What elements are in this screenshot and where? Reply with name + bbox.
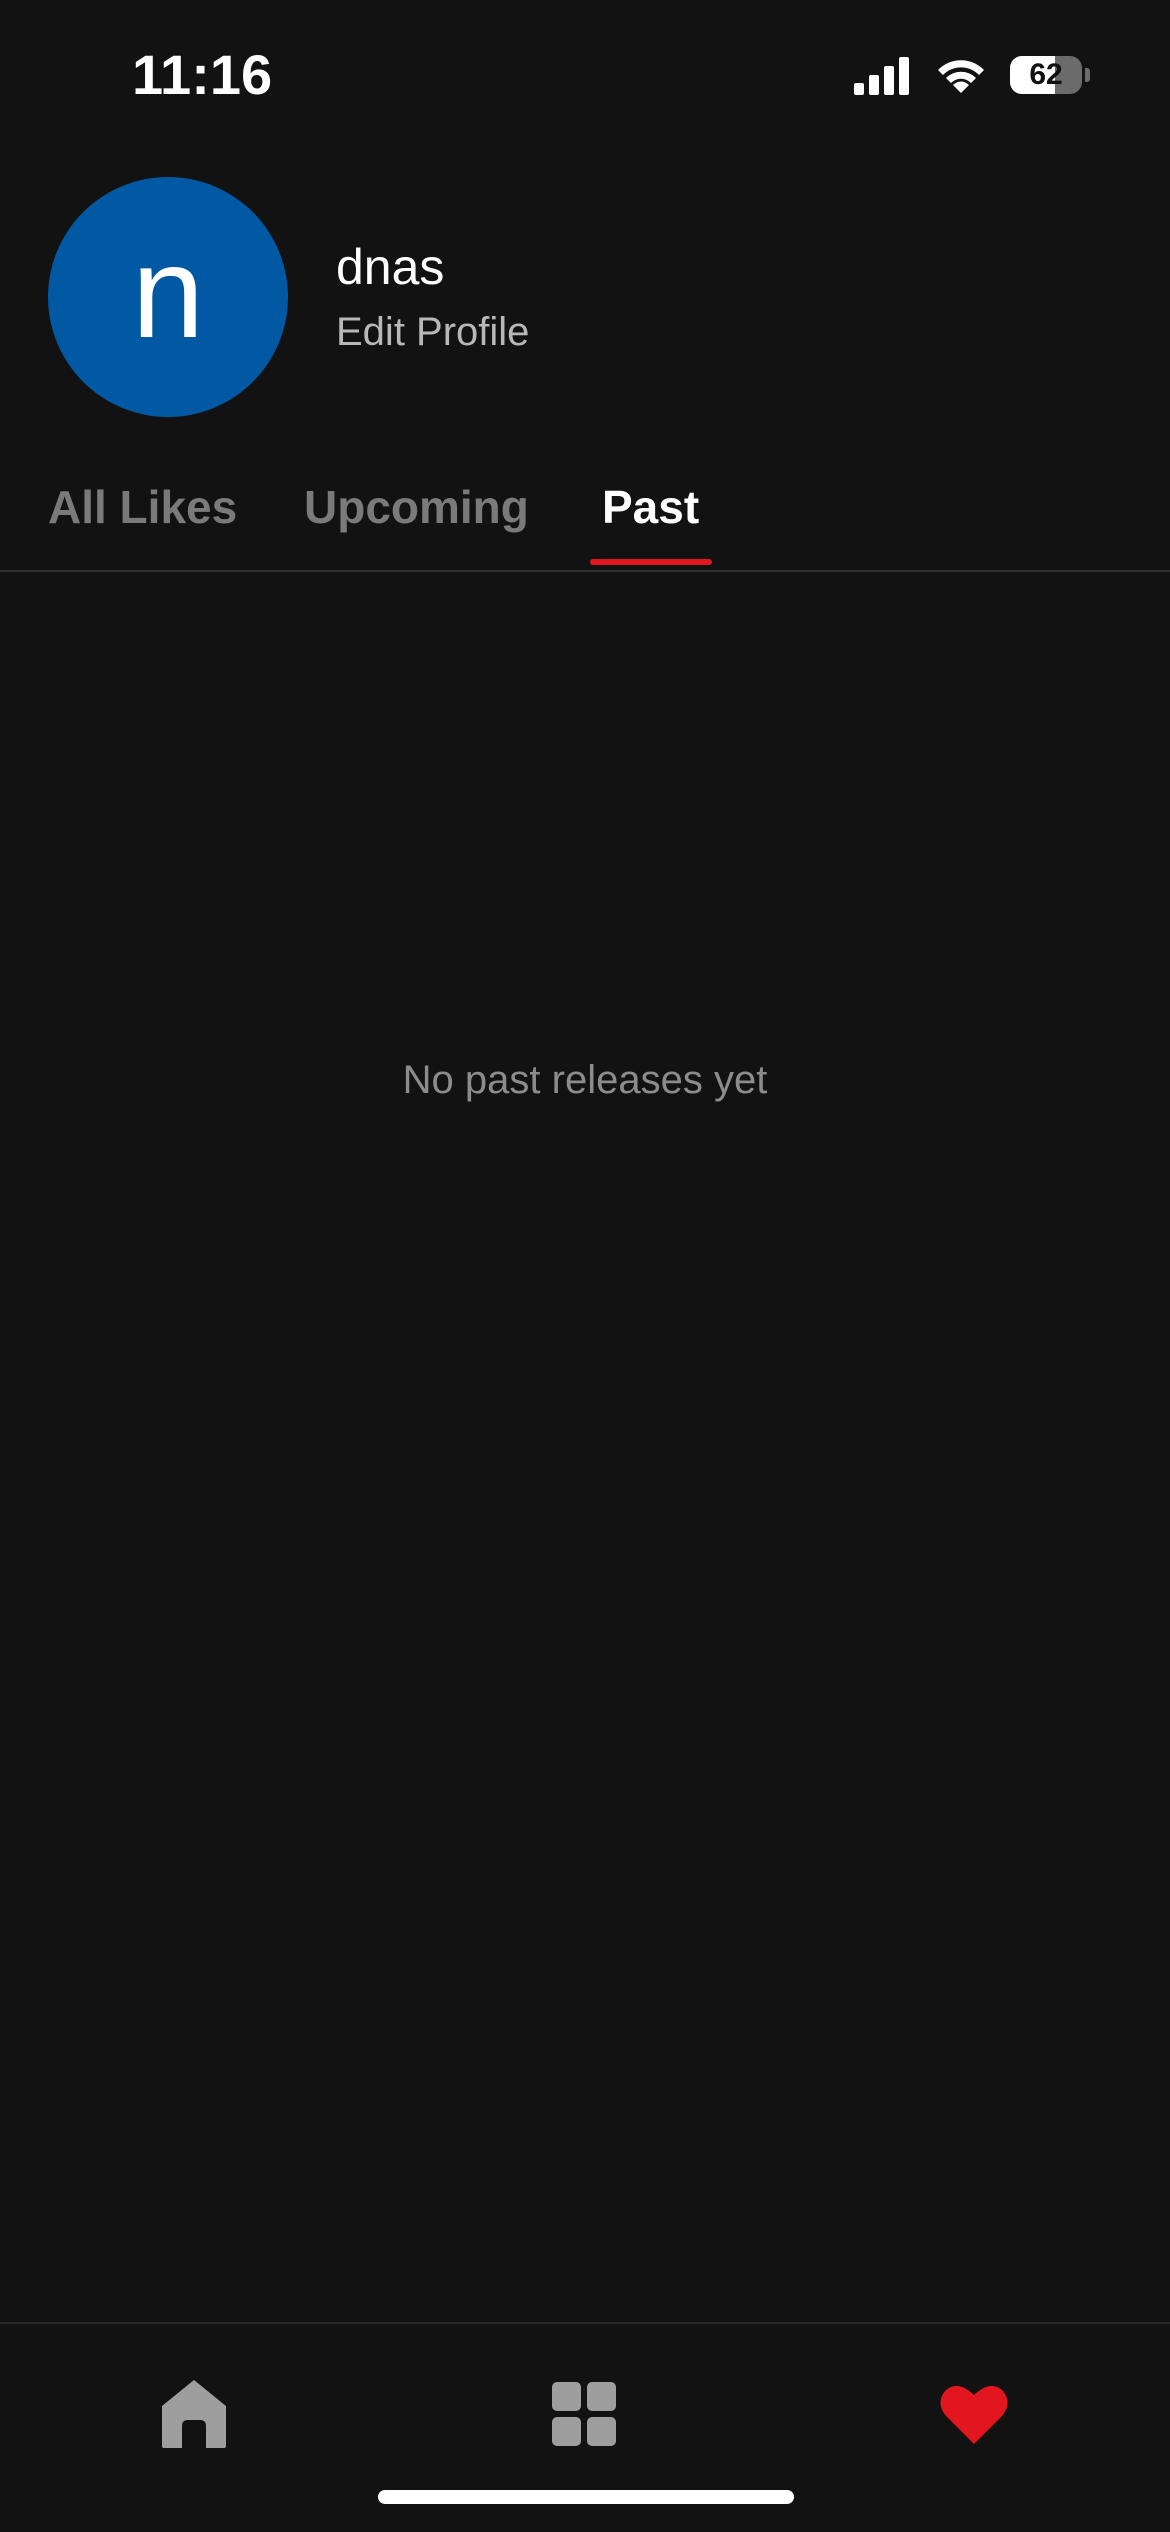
- battery-level: 62: [1029, 58, 1063, 91]
- avatar-initial: n: [131, 219, 205, 365]
- nav-likes[interactable]: [924, 2364, 1024, 2464]
- home-indicator[interactable]: [378, 2490, 794, 2504]
- battery-cap: [1085, 68, 1090, 82]
- status-icons: 62: [852, 52, 1090, 98]
- tab-past[interactable]: Past: [602, 480, 699, 534]
- grid-icon: [552, 2382, 616, 2446]
- home-icon: [162, 2380, 226, 2448]
- nav-grid[interactable]: [534, 2364, 634, 2464]
- cellular-signal-icon: [854, 57, 909, 95]
- status-bar: 11:16 62: [0, 0, 1170, 150]
- heart-icon: [940, 2385, 1008, 2444]
- tab-all-likes[interactable]: All Likes: [48, 480, 237, 534]
- avatar[interactable]: n: [48, 177, 288, 417]
- status-time: 11:16: [132, 43, 273, 106]
- tab-bar: All Likes Upcoming Past: [0, 470, 1170, 572]
- username: dnas: [336, 239, 445, 295]
- battery-body: 62: [1010, 56, 1083, 94]
- battery-icon: 62: [1010, 55, 1090, 95]
- edit-profile-link[interactable]: Edit Profile: [336, 310, 529, 355]
- profile-screen: 11:16 62 n dnas Edit Profile All Likes U…: [0, 0, 1170, 2532]
- tab-upcoming[interactable]: Upcoming: [304, 480, 529, 534]
- wifi-icon: [938, 60, 984, 93]
- empty-state-message: No past releases yet: [402, 1058, 768, 1102]
- nav-home[interactable]: [144, 2364, 244, 2464]
- active-tab-indicator: [590, 559, 712, 565]
